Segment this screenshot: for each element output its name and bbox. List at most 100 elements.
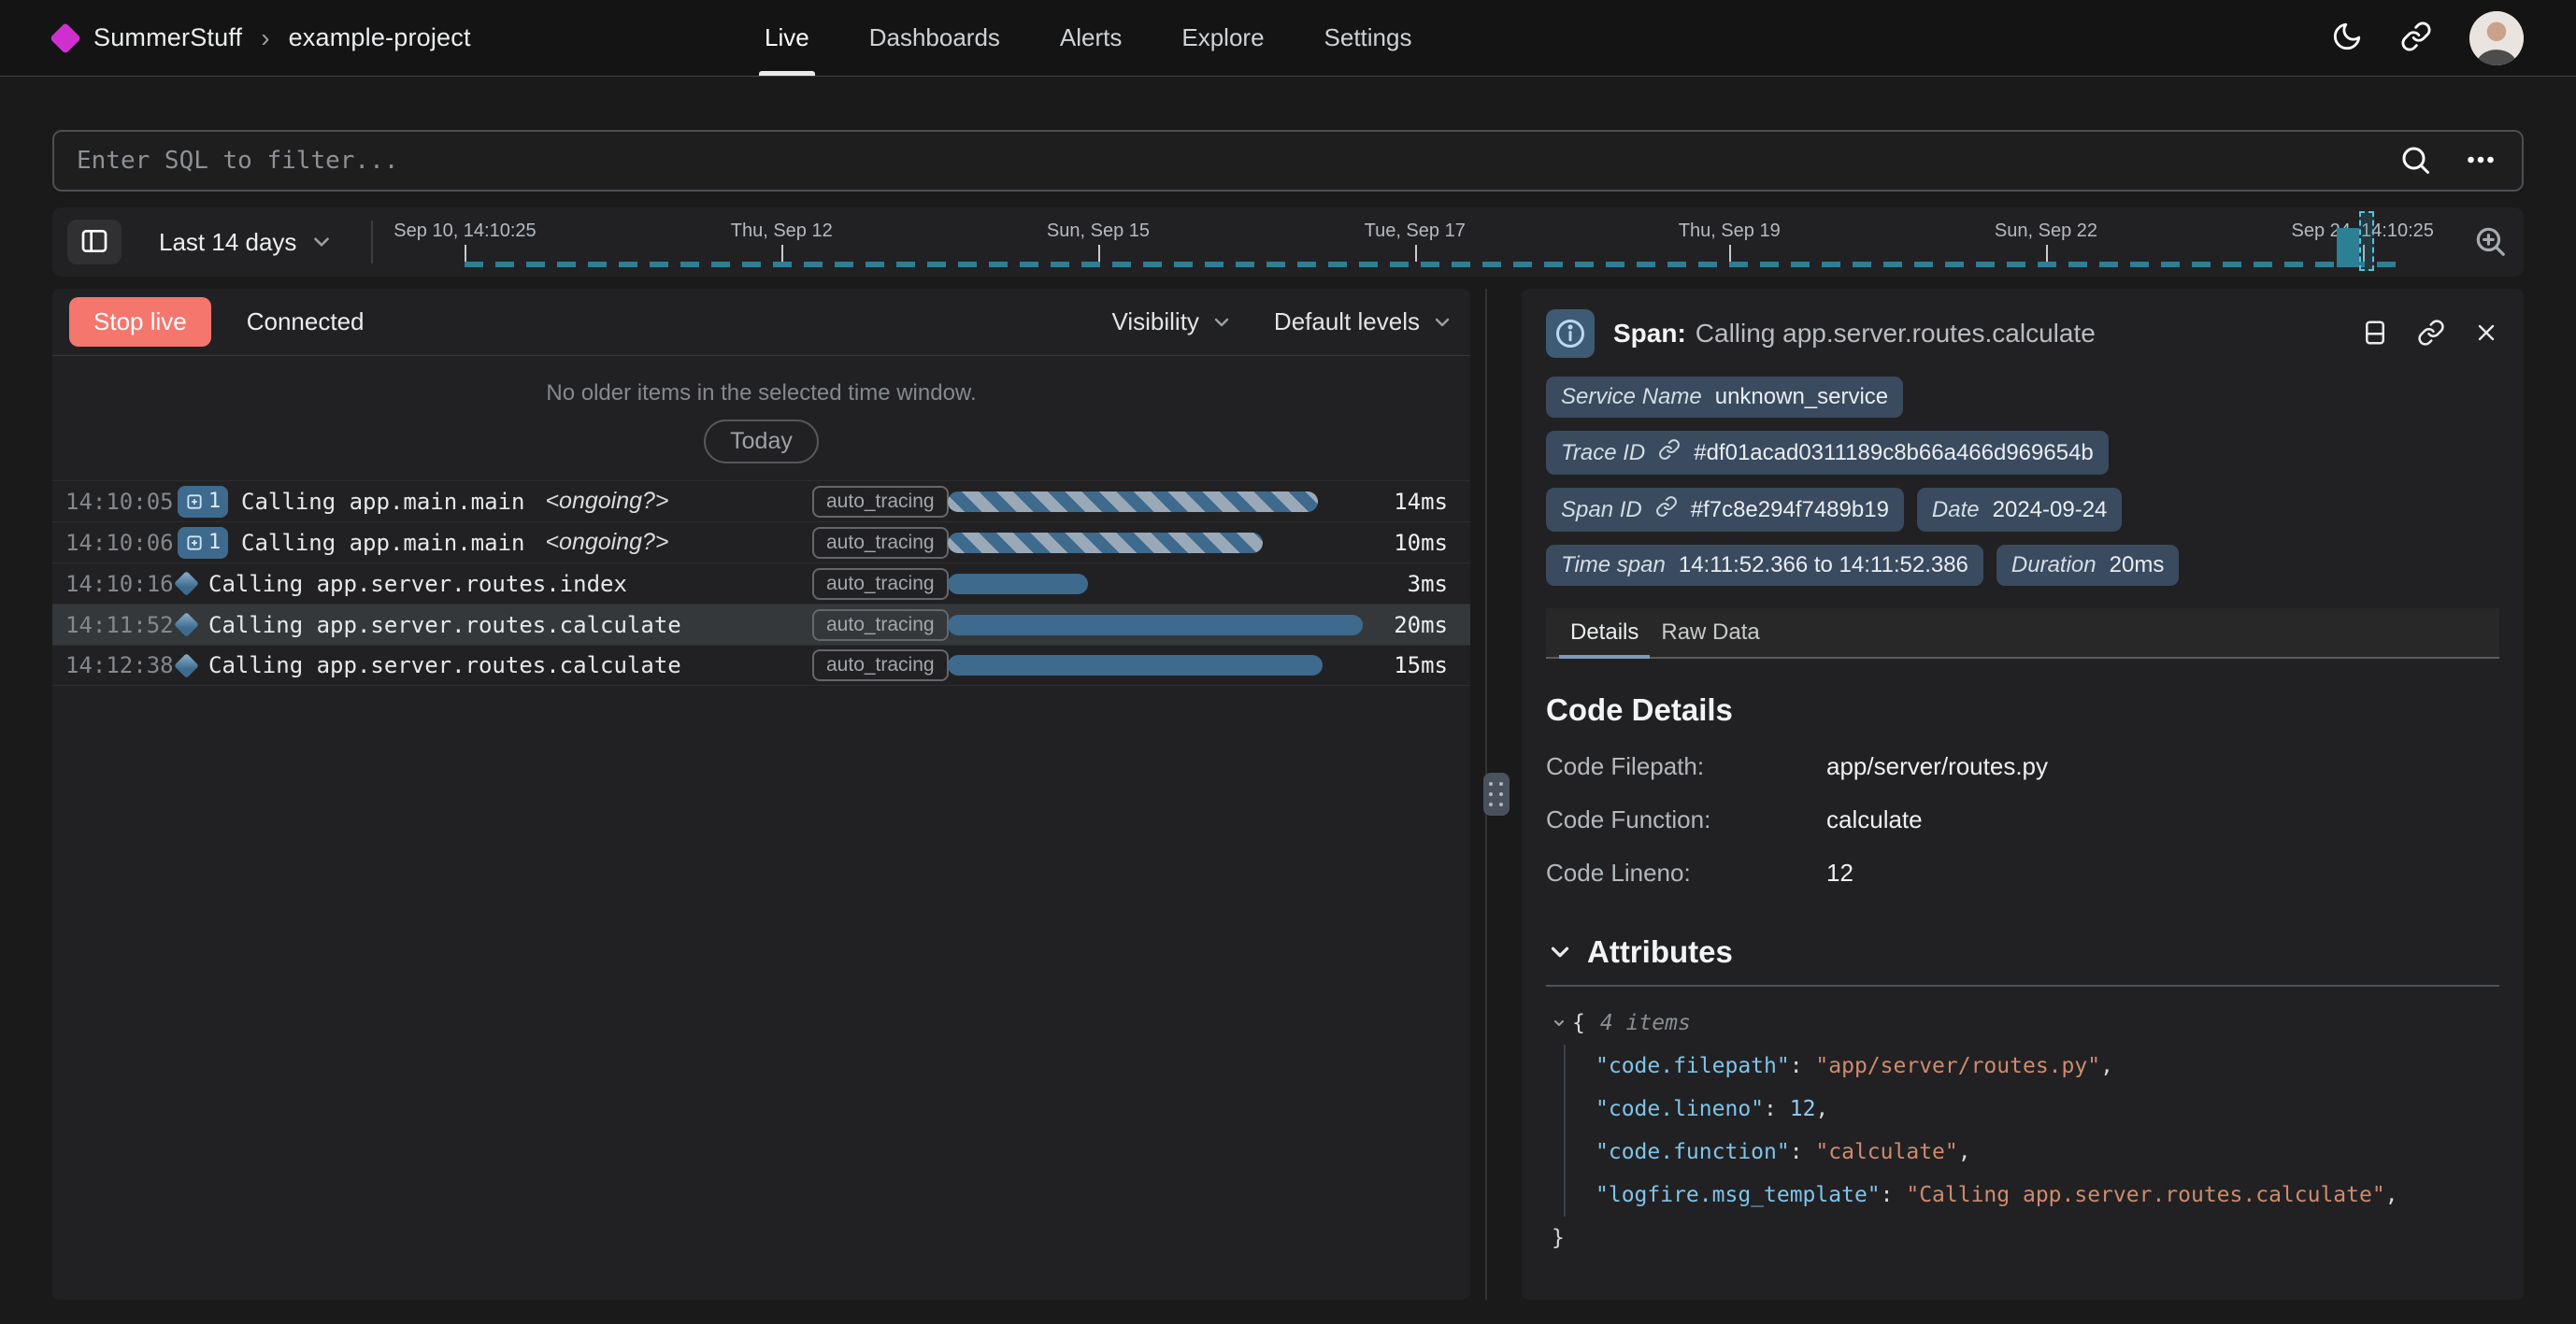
org-name[interactable]: SummerStuff <box>93 23 242 52</box>
field-label: Code Filepath: <box>1546 752 1826 781</box>
top-nav: SummerStuff › example-project Live Dashb… <box>0 0 2576 77</box>
theme-toggle-button[interactable] <box>2331 21 2363 55</box>
tab-dashboards[interactable]: Dashboards <box>869 0 1000 76</box>
close-brace: } <box>1552 1226 1565 1250</box>
app-screen: SummerStuff › example-project Live Dashb… <box>0 0 2576 1324</box>
panel-toggle-icon <box>79 226 109 259</box>
attributes-section: Attributes {4 items "code.filepath": "ap… <box>1546 934 2499 1260</box>
timeline-activity-line <box>465 262 2397 267</box>
duration-bar-track: 10ms <box>948 522 1448 562</box>
code-lineno-row: Code Lineno: 12 <box>1546 859 2499 888</box>
tab-live[interactable]: Live <box>765 0 809 76</box>
attributes-toggle[interactable]: Attributes <box>1546 934 2499 970</box>
user-avatar[interactable] <box>2469 11 2524 65</box>
json-colon: : <box>1881 1183 1907 1207</box>
row-timestamp: 14:10:16 <box>65 571 166 597</box>
code-details-heading: Code Details <box>1546 692 2499 728</box>
copy-link-button[interactable] <box>2417 319 2445 349</box>
search-button[interactable] <box>2398 143 2432 179</box>
breadcrumb[interactable]: SummerStuff › example-project <box>54 23 471 53</box>
chevron-down-icon <box>1431 311 1453 334</box>
tag-pill[interactable]: auto_tracing <box>812 568 949 600</box>
json-key: "logfire.msg_template" <box>1596 1183 1881 1207</box>
live-feed-header: Stop live Connected Visibility Default l… <box>52 289 1470 356</box>
today-button[interactable]: Today <box>704 420 819 463</box>
open-brace: { <box>1572 1002 1585 1045</box>
json-open-line[interactable]: {4 items <box>1552 1002 2499 1045</box>
badge-label: Time span <box>1561 552 1666 578</box>
span-metadata: Service Name unknown_service Trace ID #d… <box>1546 377 2499 586</box>
expand-count-icon[interactable]: 1 <box>178 527 228 559</box>
timeline-tick-label: Thu, Sep 12 <box>731 221 833 242</box>
more-options-button[interactable] <box>2464 143 2497 179</box>
tab-alerts[interactable]: Alerts <box>1060 0 1122 76</box>
json-colon: : <box>1790 1054 1816 1078</box>
tag-pill[interactable]: auto_tracing <box>812 609 949 641</box>
zoom-in-icon <box>2472 223 2508 262</box>
badge-value: #df01acad0311189c8b66a466d969654b <box>1694 440 2094 466</box>
field-label: Code Lineno: <box>1546 859 1826 888</box>
tab-alerts-label: Alerts <box>1060 23 1122 52</box>
timeline-tick-label: Sun, Sep 22 <box>1995 221 2097 242</box>
code-function-row: Code Function: calculate <box>1546 805 2499 834</box>
badge-label: Span ID <box>1561 497 1642 523</box>
tag-pill[interactable]: auto_tracing <box>812 649 949 681</box>
close-panel-button[interactable] <box>2473 320 2499 349</box>
search-icon <box>2398 143 2432 179</box>
default-levels-dropdown[interactable]: Default levels <box>1274 307 1453 336</box>
tab-explore[interactable]: Explore <box>1181 0 1264 76</box>
duration-badge[interactable]: Duration 20ms <box>1996 545 2179 586</box>
log-row[interactable]: 14:10:06 1 Calling app.main.main <ongoin… <box>52 521 1470 562</box>
log-row[interactable]: 14:10:05 1 Calling app.main.main <ongoin… <box>52 480 1470 521</box>
trace-id-badge[interactable]: Trace ID #df01acad0311189c8b66a466d96965… <box>1546 431 2109 475</box>
date-badge[interactable]: Date 2024-09-24 <box>1917 488 2122 532</box>
timeline-tick <box>781 245 783 262</box>
sql-filter-input[interactable] <box>54 132 2522 190</box>
badge-value: #f7c8e294f7489b19 <box>1691 497 1889 523</box>
link-icon <box>2400 21 2432 55</box>
stop-live-button[interactable]: Stop live <box>69 297 211 347</box>
code-filepath-row: Code Filepath: app/server/routes.py <box>1546 752 2499 781</box>
span-id-badge[interactable]: Span ID #f7c8e294f7489b19 <box>1546 488 1904 532</box>
duration-bar <box>948 574 1088 594</box>
zoom-in-button[interactable] <box>2456 223 2524 262</box>
visibility-dropdown[interactable]: Visibility <box>1111 307 1232 336</box>
log-row-selected[interactable]: 14:11:52 Calling app.server.routes.calcu… <box>52 604 1470 645</box>
duration-bar <box>948 491 1318 512</box>
row-timestamp: 14:11:52 <box>65 612 166 638</box>
tab-settings[interactable]: Settings <box>1324 0 1412 76</box>
split-panel-icon <box>2361 319 2389 349</box>
page-content: Last 14 days Sep 10, 14:10:25 Thu, Sep 1… <box>0 130 2576 1300</box>
time-span-badge[interactable]: Time span 14:11:52.366 to 14:11:52.386 <box>1546 545 1983 586</box>
log-row[interactable]: 14:10:16 Calling app.server.routes.index… <box>52 562 1470 604</box>
tag-pill[interactable]: auto_tracing <box>812 527 949 559</box>
field-value: app/server/routes.py <box>1826 752 2048 781</box>
log-row[interactable]: 14:12:38 Calling app.server.routes.calcu… <box>52 645 1470 686</box>
tag-pill[interactable]: auto_tracing <box>812 486 949 518</box>
sidebar-toggle-button[interactable] <box>67 220 122 264</box>
share-link-button[interactable] <box>2400 21 2432 55</box>
drag-handle-icon[interactable] <box>1483 773 1510 816</box>
service-name-badge[interactable]: Service Name unknown_service <box>1546 377 1903 418</box>
diamond-icon <box>178 575 195 592</box>
tab-details[interactable]: Details <box>1559 608 1650 657</box>
log-row-list: 14:10:05 1 Calling app.main.main <ongoin… <box>52 480 1470 686</box>
timeline-track[interactable]: Sep 10, 14:10:25 Thu, Sep 12 Sun, Sep 15… <box>373 207 2456 277</box>
attributes-divider <box>1546 985 2499 987</box>
project-name[interactable]: example-project <box>289 23 471 52</box>
tab-raw-data[interactable]: Raw Data <box>1650 608 1770 657</box>
row-duration: 3ms <box>1408 571 1448 597</box>
detail-tabs: Details Raw Data <box>1546 608 2499 659</box>
live-feed-filters: Visibility Default levels <box>1111 307 1453 336</box>
badge-label: Date <box>1932 497 1980 523</box>
collapse-icon <box>1552 1016 1567 1031</box>
time-range-dropdown[interactable]: Last 14 days <box>159 228 334 257</box>
span-title-text: Calling app.server.routes.calculate <box>1696 319 2096 348</box>
badge-label: Service Name <box>1561 384 1702 410</box>
timeline-tick <box>1729 245 1731 262</box>
expand-count-icon[interactable]: 1 <box>178 486 228 518</box>
field-value: 12 <box>1826 859 1853 888</box>
timeline-selection-cursor[interactable] <box>2359 211 2374 271</box>
info-icon <box>1546 309 1595 358</box>
split-view-button[interactable] <box>2361 319 2389 349</box>
